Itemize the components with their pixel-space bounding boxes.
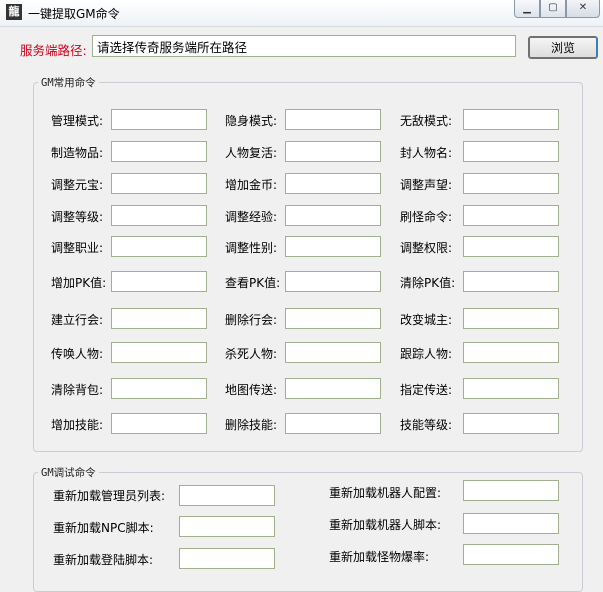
gm-common-title: GM常用命令: [38, 75, 99, 90]
gm-common-input[interactable]: [111, 342, 207, 363]
gm-debug-input[interactable]: [463, 480, 559, 501]
frame-divider: [0, 26, 603, 27]
gm-common-input[interactable]: [463, 205, 559, 226]
gm-common-input[interactable]: [111, 413, 207, 434]
gm-common-label: 杀死人物:: [225, 347, 278, 361]
gm-debug-input[interactable]: [179, 548, 275, 569]
gm-common-input[interactable]: [111, 308, 207, 329]
gm-common-label: 刷怪命令:: [400, 210, 453, 224]
gm-common-input[interactable]: [463, 141, 559, 162]
gm-common-input[interactable]: [285, 236, 381, 257]
gm-debug-label: 重新加载怪物爆率:: [329, 550, 430, 564]
gm-common-input[interactable]: [111, 205, 207, 226]
minimize-button[interactable]: ▁: [514, 0, 540, 18]
gm-common-label: 封人物名:: [400, 146, 453, 160]
gm-common-label: 技能等级:: [400, 418, 453, 432]
gm-common-input[interactable]: [285, 141, 381, 162]
gm-common-input[interactable]: [463, 236, 559, 257]
gm-common-label: 调整职业:: [51, 241, 104, 255]
gm-common-label: 调整权限:: [400, 241, 453, 255]
gm-common-label: 管理模式:: [51, 114, 104, 128]
gm-common-input[interactable]: [463, 413, 559, 434]
gm-common-input[interactable]: [111, 109, 207, 130]
title-bar: 龍 一键提取GM命令 ▁ ▢ ✕: [0, 0, 603, 26]
gm-common-input[interactable]: [111, 141, 207, 162]
gm-debug-label: 重新加载机器人配置:: [329, 486, 442, 500]
gm-common-label: 删除技能:: [225, 418, 278, 432]
close-button[interactable]: ✕: [566, 0, 600, 18]
gm-common-label: 增加技能:: [51, 418, 104, 432]
gm-common-label: 建立行会:: [51, 313, 104, 327]
gm-common-input[interactable]: [463, 378, 559, 399]
gm-common-input[interactable]: [285, 342, 381, 363]
browse-button[interactable]: 浏览: [528, 36, 598, 59]
gm-debug-input[interactable]: [463, 513, 559, 534]
gm-common-label: 传唤人物:: [51, 347, 104, 361]
gm-common-label: 隐身模式:: [225, 114, 278, 128]
gm-common-input[interactable]: [463, 271, 559, 292]
app-icon: 龍: [6, 4, 22, 20]
gm-debug-input[interactable]: [179, 485, 275, 506]
gm-common-input[interactable]: [285, 308, 381, 329]
gm-common-input[interactable]: [463, 109, 559, 130]
gm-common-label: 调整性别:: [225, 241, 278, 255]
gm-debug-input[interactable]: [179, 516, 275, 537]
window-title: 一键提取GM命令: [28, 7, 120, 21]
gm-debug-input[interactable]: [463, 544, 559, 565]
gm-common-input[interactable]: [285, 378, 381, 399]
gm-common-label: 查看PK值:: [225, 276, 281, 290]
maximize-button[interactable]: ▢: [540, 0, 566, 18]
gm-common-label: 地图传送:: [225, 383, 278, 397]
gm-common-label: 调整经验:: [225, 210, 278, 224]
server-path-label: 服务端路径:: [20, 43, 87, 58]
gm-common-label: 跟踪人物:: [400, 347, 453, 361]
minimize-icon: ▁: [523, 3, 531, 14]
gm-common-label: 人物复活:: [225, 146, 278, 160]
gm-common-input[interactable]: [111, 173, 207, 194]
gm-common-input[interactable]: [285, 173, 381, 194]
gm-common-label: 调整元宝:: [51, 178, 104, 192]
gm-common-input[interactable]: [463, 308, 559, 329]
close-icon: ✕: [578, 2, 588, 13]
gm-common-label: 删除行会:: [225, 313, 278, 327]
gm-debug-label: 重新加载NPC脚本:: [53, 521, 154, 535]
gm-common-label: 制造物品:: [51, 146, 104, 160]
gm-common-label: 增加金币:: [225, 178, 278, 192]
maximize-icon: ▢: [548, 2, 558, 13]
gm-common-label: 改变城主:: [400, 313, 453, 327]
gm-common-label: 清除背包:: [51, 383, 104, 397]
gm-common-input[interactable]: [285, 413, 381, 434]
gm-common-label: 调整等级:: [51, 210, 104, 224]
gm-debug-title: GM调试命令: [38, 465, 99, 480]
gm-common-input[interactable]: [285, 271, 381, 292]
gm-debug-label: 重新加载机器人脚本:: [329, 518, 442, 532]
gm-common-input[interactable]: [111, 236, 207, 257]
gm-common-input[interactable]: [285, 109, 381, 130]
gm-debug-label: 重新加载管理员列表:: [53, 489, 166, 503]
gm-common-input[interactable]: [463, 173, 559, 194]
server-path-input[interactable]: [92, 35, 516, 57]
gm-debug-label: 重新加载登陆脚本:: [53, 553, 154, 567]
gm-common-label: 无敌模式:: [400, 114, 453, 128]
gm-common-label: 调整声望:: [400, 178, 453, 192]
gm-common-input[interactable]: [285, 205, 381, 226]
gm-common-label: 清除PK值:: [400, 276, 456, 290]
gm-common-input[interactable]: [463, 342, 559, 363]
gm-common-label: 增加PK值:: [51, 276, 107, 290]
gm-common-input[interactable]: [111, 271, 207, 292]
gm-common-input[interactable]: [111, 378, 207, 399]
gm-common-label: 指定传送:: [400, 383, 453, 397]
